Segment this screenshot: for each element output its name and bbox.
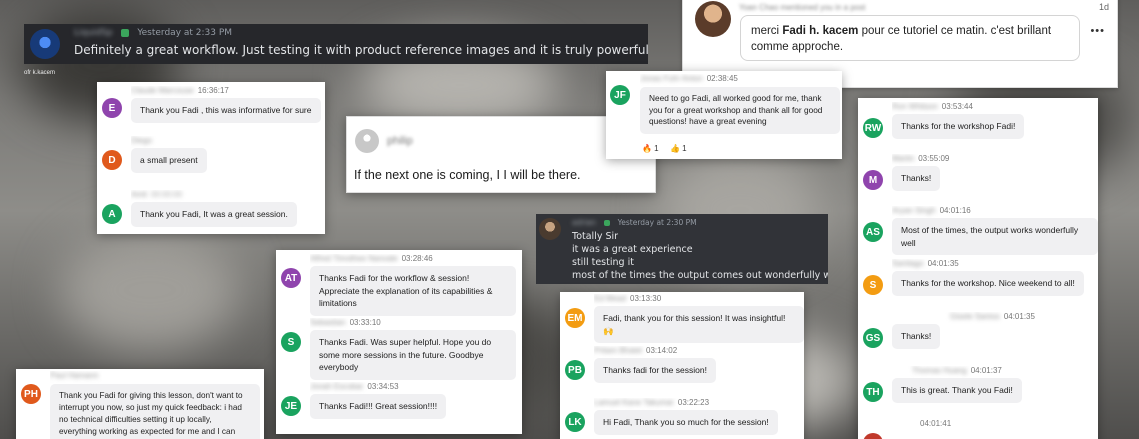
avatar: PB <box>565 360 585 380</box>
message-text: Most of the times, the output works wond… <box>892 218 1098 255</box>
message-text: Thank you Fadi, It was a great session. <box>131 202 297 227</box>
linkedin-avatar <box>695 1 731 37</box>
chat-card-mid: AT Alfred Timothee Nanvale 03:28:46 Thank… <box>276 250 522 434</box>
avatar: AS <box>863 222 883 242</box>
avatar: RW <box>863 118 883 138</box>
avatar <box>863 433 883 439</box>
message-text: Thank you Fadi for giving this lesson, d… <box>50 384 260 439</box>
discord-line: Totally Sir <box>572 231 619 242</box>
chat-message: EM Ed Mead 03:13:30 Fadi, thank you for t… <box>560 294 804 343</box>
more-options-icon[interactable]: ••• <box>1090 25 1105 37</box>
mention-link[interactable]: Fadi h. kacem <box>782 25 858 37</box>
message-text: Need to go Fadi, all worked good for me,… <box>640 87 840 134</box>
chat-card-ph: PH Paul Hamann Thank you Fadi for giving… <box>16 369 264 439</box>
discord-timestamp: Yesterday at 2:33 PM <box>137 28 233 38</box>
discord-line: it was a great experience <box>572 244 693 255</box>
chat-message: RW Ron Whitson 03:53:44 Thanks for the wo… <box>858 102 1098 139</box>
avatar: S <box>863 275 883 295</box>
avatar: A <box>102 204 122 224</box>
chat-message: LK Lamuel Kane Takumar 03:22:23 Hi Fadi, … <box>560 398 804 435</box>
message-text: Thanks! <box>892 324 941 349</box>
chat-message: JE Jonah Escobar 03:34:53 Thanks Fadi!!! … <box>276 382 522 419</box>
avatar: E <box>102 98 122 118</box>
message-text: Thanks! <box>892 166 941 191</box>
avatar: S <box>281 332 301 352</box>
avatar: M <box>863 170 883 190</box>
chat-message: GS Gisele Santos 04:01:35 Thanks! <box>858 312 1098 349</box>
avatar: D <box>102 150 122 170</box>
message-text: a small present <box>131 148 207 173</box>
chat-message: E Claude Marcouse 16:36:17 Thank you Fadi… <box>97 86 325 123</box>
linkedin-age: 1d <box>1098 2 1109 12</box>
message-text: Hi Fadi, Thank you so much for the sessi… <box>594 410 778 435</box>
message-text: Thanks Fadi. Was super helpful. Hope you… <box>310 330 516 380</box>
user-avatar-icon <box>355 129 379 153</box>
discord-message-top: LiquidSp Yesterday at 2:33 PM Definitely… <box>24 24 648 64</box>
chat-card-jf: JF Jonas Fuhr Anton 02:38:45 Need to go F… <box>606 71 842 159</box>
message-text: This is great. Thank you Fadi! <box>892 378 1022 403</box>
discord-line: most of the times the output comes out w… <box>572 270 828 281</box>
commenter-name: philip <box>387 135 413 147</box>
discord-timestamp: Yesterday at 2:30 PM <box>617 218 697 227</box>
message-text: Thanks Fadi for the workflow & session! … <box>310 266 516 316</box>
chat-message: AT Alfred Timothee Nanvale 03:28:46 Thank… <box>276 254 522 316</box>
reaction-fire[interactable]: 🔥 1 <box>642 144 659 153</box>
reaction-thumbs[interactable]: 👍 1 <box>670 144 687 153</box>
message-text: Thanks for the workshop Fadi! <box>892 114 1025 139</box>
chat-message: TH Thomas Huang 04:01:37 This is great. T… <box>858 366 1098 403</box>
chat-message: S Sebastian 03:33:10 Thanks Fadi. Was sup… <box>276 318 522 380</box>
chat-message: S Santiago 04:01:35 Thanks for the worksh… <box>858 259 1098 296</box>
chat-card-left: E Claude Marcouse 16:36:17 Thank you Fadi… <box>97 82 325 234</box>
discord-username: LiquidSp <box>74 28 113 38</box>
app-badge-icon <box>604 220 611 226</box>
message-text: Thanks fadi for the session! <box>594 358 716 383</box>
avatar: TH <box>863 382 883 402</box>
avatar: EM <box>565 308 585 328</box>
chat-message: 04:01:41 <box>858 419 1098 439</box>
message-text: Thanks for the workshop. Nice weekend to… <box>892 271 1084 296</box>
message-text: Thanks Fadi!!! Great session!!!! <box>310 394 447 419</box>
discord-line: still testing it <box>572 257 634 268</box>
chat-message: A Amit 00:00:00 Thank you Fadi, It was a … <box>97 190 325 227</box>
chat-message: M Martin 03:55:09 Thanks! <box>858 154 1098 191</box>
linkedin-comment-box: merci Fadi h. kacem pour ce tutoriel ce … <box>740 15 1080 61</box>
chat-message: PB Pritam Bhatel 03:14:02 Thanks fadi for… <box>560 346 804 383</box>
chat-card-right: RW Ron Whitson 03:53:44 Thanks for the wo… <box>858 98 1098 439</box>
message-text: Thank you Fadi , this was informative fo… <box>131 98 321 123</box>
message-text: Fadi, thank you for this session! It was… <box>594 306 804 343</box>
discord-message-text: Definitely a great workflow. Just testin… <box>74 43 648 57</box>
avatar: LK <box>565 412 585 432</box>
avatar: GS <box>863 328 883 348</box>
avatar: AT <box>281 268 301 288</box>
chat-message: D Diego a small present <box>97 136 325 173</box>
avatar: PH <box>21 384 41 404</box>
discord-avatar <box>30 29 60 59</box>
app-badge-icon <box>121 28 130 37</box>
comment-text: If the next one is coming, I I will be t… <box>354 168 581 182</box>
video-caption: ofr k.kacem <box>24 70 56 76</box>
discord-username: adrian <box>572 218 596 227</box>
avatar: JE <box>281 396 301 416</box>
chat-message: AS Aryan Singh 04:01:16 Most of the times… <box>858 206 1098 255</box>
chat-card-em: EM Ed Mead 03:13:30 Fadi, thank you for t… <box>560 292 804 439</box>
discord-avatar <box>539 218 561 240</box>
avatar: JF <box>610 85 630 105</box>
linkedin-header: Yoan Chao mentioned you in a post <box>739 3 866 12</box>
discord-message-mid: adrian Yesterday at 2:30 PM Totally Sir … <box>536 214 828 284</box>
